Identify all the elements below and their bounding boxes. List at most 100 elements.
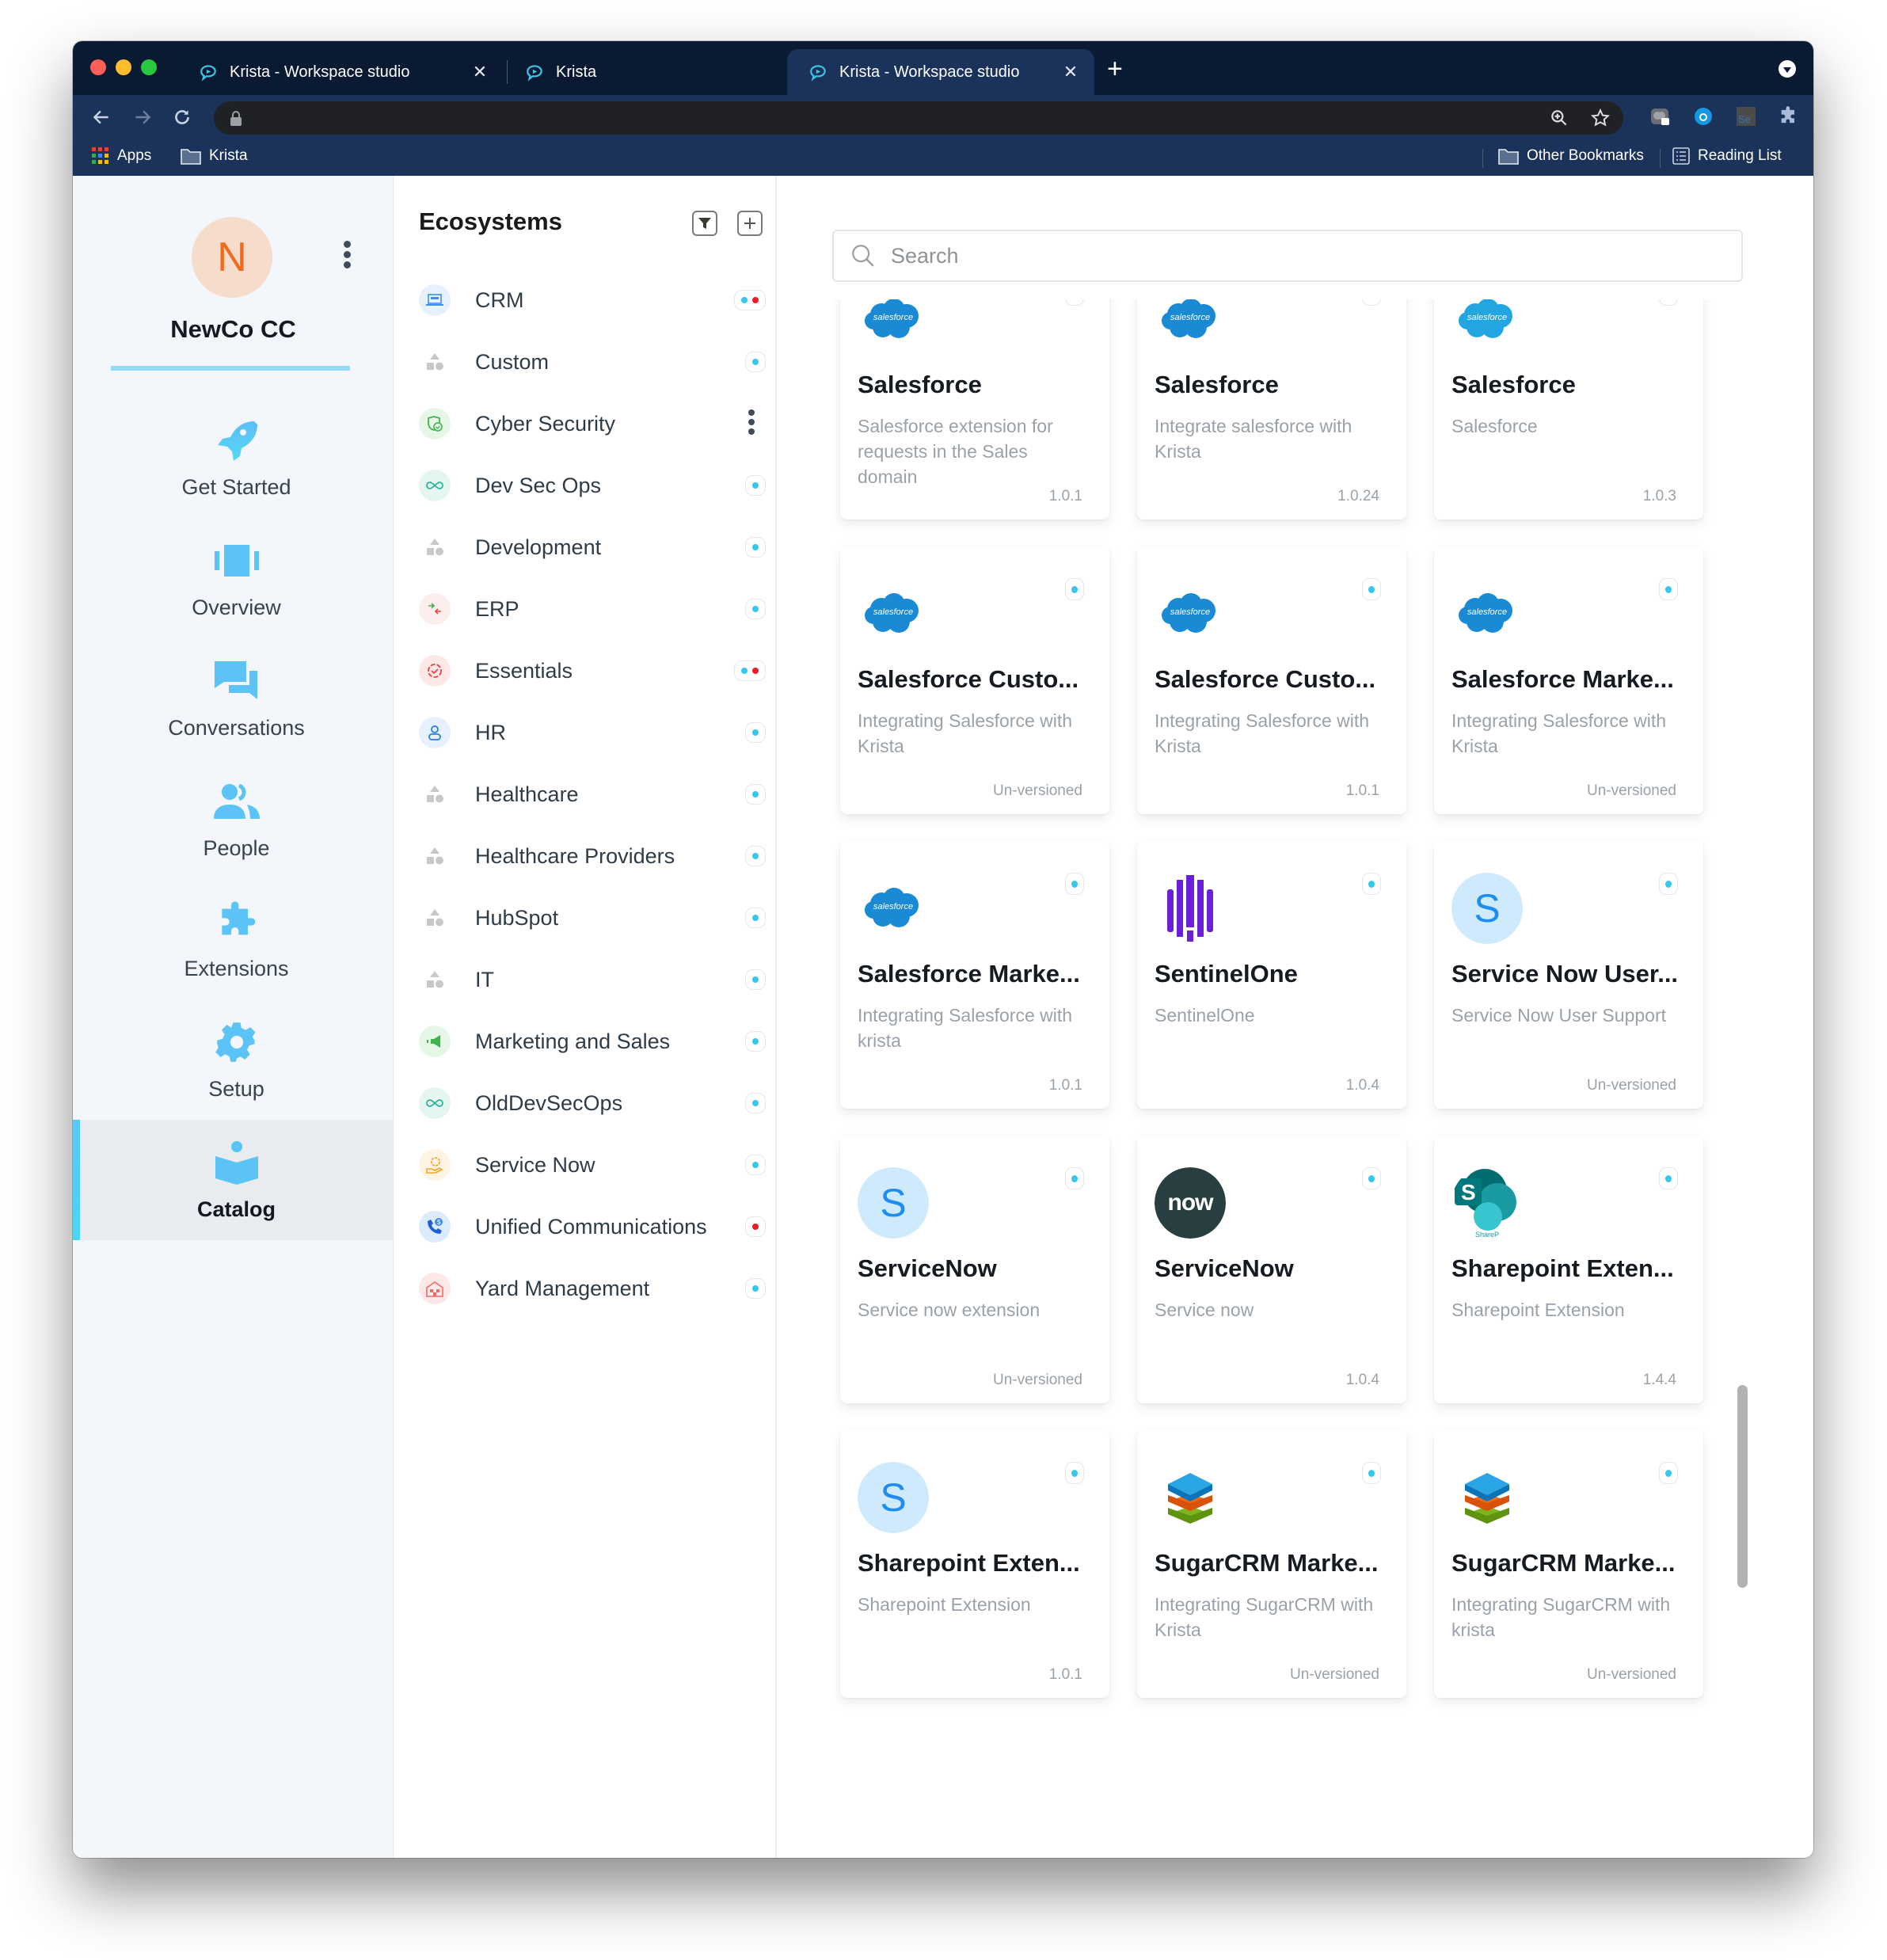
search-box[interactable]: [832, 230, 1743, 282]
ecosystem-label: Development: [475, 535, 602, 559]
tab-krista[interactable]: Krista ✕: [510, 49, 827, 95]
nav-item-get-started[interactable]: Get Started: [79, 398, 394, 518]
search-icon: [852, 245, 874, 267]
ecosystem-item[interactable]: OldDevSecOps: [394, 1072, 777, 1134]
extension-card[interactable]: S ServiceNow Service now extension Un-versi…: [840, 1136, 1109, 1403]
search-input[interactable]: [891, 243, 1741, 268]
extension-blue-logo-icon[interactable]: [1690, 103, 1717, 130]
forward-button[interactable]: [128, 103, 157, 131]
status-badge: [1659, 873, 1678, 895]
reload-button[interactable]: [168, 103, 196, 131]
extension-card[interactable]: salesforce Salesforce Custo... Integrating…: [840, 546, 1109, 814]
tab-workspace-studio-active[interactable]: Krista - Workspace studio ✕: [787, 49, 1094, 95]
shapes-icon: [419, 778, 451, 810]
ecosystem-item[interactable]: Dev Sec Ops: [394, 455, 777, 516]
extension-title: Service Now User...: [1451, 960, 1679, 988]
minimize-window-button[interactable]: [116, 59, 131, 75]
extension-card[interactable]: S Sharepoint Exten... Sharepoint Extension…: [840, 1430, 1109, 1698]
back-button[interactable]: [87, 103, 116, 131]
ecosystem-item[interactable]: HubSpot: [394, 887, 777, 949]
nav-item-extensions[interactable]: Extensions: [79, 879, 394, 999]
bookmark-other-bookmarks[interactable]: Other Bookmarks: [1498, 147, 1644, 165]
close-window-button[interactable]: [90, 59, 106, 75]
nav-item-people[interactable]: People: [79, 759, 394, 879]
bookmark-reading-list[interactable]: Reading List: [1672, 147, 1782, 165]
extension-card[interactable]: now ServiceNow Service now 1.0.4: [1137, 1136, 1406, 1403]
extension-logo: S: [858, 1462, 929, 1533]
svg-text:S: S: [1461, 1180, 1476, 1205]
ecosystem-item[interactable]: IT: [394, 949, 777, 1010]
extension-screencast-icon[interactable]: [1647, 103, 1674, 130]
ecosystem-item[interactable]: $ Unified Communications: [394, 1196, 777, 1258]
zoom-icon[interactable]: [1549, 108, 1569, 128]
extension-card[interactable]: SugarCRM Marke... Integrating SugarCRM wi…: [1434, 1430, 1703, 1698]
extension-version: 1.0.24: [1337, 488, 1379, 504]
extension-card[interactable]: S ShareP Sharepoint Exten... Sharepoint Ext…: [1434, 1136, 1703, 1403]
catalog-grid: salesforce Salesforce Salesforce extension…: [840, 299, 1703, 1698]
new-tab-button[interactable]: +: [1107, 55, 1123, 82]
maximize-window-button[interactable]: [141, 59, 157, 75]
nav-item-conversations[interactable]: Conversations: [79, 638, 394, 759]
ecosystem-item[interactable]: Marketing and Sales: [394, 1010, 777, 1072]
ecosystem-item[interactable]: Essentials: [394, 640, 777, 702]
krista-logo-icon: [527, 65, 542, 82]
org-avatar[interactable]: N: [192, 217, 272, 298]
left-navigation: N NewCo CC Get Started Overview Conversa…: [73, 176, 394, 1858]
extension-card[interactable]: salesforce Salesforce Salesforce extension…: [840, 299, 1109, 519]
ecosystem-item[interactable]: HR: [394, 702, 777, 763]
extensions-puzzle-icon[interactable]: [1775, 103, 1802, 130]
svg-text:ShareP: ShareP: [1475, 1231, 1499, 1239]
nav-item-catalog[interactable]: Catalog: [73, 1120, 394, 1240]
extension-card[interactable]: salesforce Salesforce Marke... Integrating…: [1434, 546, 1703, 814]
status-badge: [745, 352, 766, 372]
extension-card[interactable]: salesforce Salesforce Integrate salesforce…: [1137, 299, 1406, 519]
nav-item-overview[interactable]: Overview: [79, 518, 394, 638]
servicenow-logo-icon: now: [1155, 1167, 1226, 1239]
tab-close-icon[interactable]: ✕: [1061, 62, 1080, 82]
ecosystem-item[interactable]: Custom: [394, 331, 777, 393]
ecosystem-item[interactable]: Healthcare: [394, 763, 777, 825]
lock-icon: [230, 111, 242, 126]
star-icon[interactable]: [1590, 108, 1611, 128]
extension-description: Integrating Salesforce with Krista: [1155, 710, 1370, 756]
ecosystem-menu-icon[interactable]: [748, 409, 755, 438]
extension-card[interactable]: SentinelOne SentinelOne 1.0.4: [1137, 841, 1406, 1109]
extension-card[interactable]: salesforce Salesforce Salesforce 1.0.3: [1434, 299, 1703, 519]
scrollbar-thumb[interactable]: [1737, 1385, 1748, 1588]
extension-card[interactable]: SugarCRM Marke... Integrating SugarCRM wi…: [1137, 1430, 1406, 1698]
ecosystem-item[interactable]: CRM: [394, 269, 777, 331]
status-dot: [752, 1100, 759, 1106]
filter-button[interactable]: [692, 211, 717, 236]
ecosystem-item[interactable]: Yard Management: [394, 1258, 777, 1319]
tab-close-icon[interactable]: ✕: [470, 62, 489, 82]
address-bar[interactable]: [214, 101, 1623, 135]
bookmark-apps[interactable]: Apps: [92, 147, 151, 165]
nav-item-setup[interactable]: Setup: [79, 999, 394, 1120]
org-menu-icon[interactable]: [344, 241, 351, 272]
extension-version: Un-versioned: [1587, 1077, 1676, 1094]
puzzle-icon: [213, 898, 261, 946]
status-badge: [1659, 1462, 1678, 1484]
ecosystem-item[interactable]: Development: [394, 516, 777, 578]
bookmark-folder-krista[interactable]: Krista: [181, 147, 248, 165]
add-ecosystem-button[interactable]: [737, 211, 763, 236]
extension-logo: S: [1451, 873, 1523, 944]
tab-workspace-studio-1[interactable]: Krista - Workspace studio ✕: [184, 49, 500, 95]
extension-card[interactable]: salesforce Salesforce Custo... Integrating…: [1137, 546, 1406, 814]
megaphone-icon: [419, 1026, 451, 1057]
extension-card[interactable]: S Service Now User... Service Now User Sup…: [1434, 841, 1703, 1109]
ecosystem-item[interactable]: Healthcare Providers: [394, 825, 777, 887]
extension-title: SugarCRM Marke...: [1155, 1549, 1379, 1577]
status-dot: [1368, 880, 1375, 888]
extension-title: Salesforce Marke...: [1451, 665, 1674, 693]
ecosystem-item[interactable]: ERP: [394, 578, 777, 640]
ecosystem-item[interactable]: Service Now: [394, 1134, 777, 1196]
ecosystem-item[interactable]: Cyber Security: [394, 393, 777, 455]
hand-gear-icon: [419, 1149, 451, 1181]
status-dot: [1665, 1174, 1672, 1182]
status-badge: [1362, 1167, 1381, 1189]
extension-card[interactable]: salesforce Salesforce Marke... Integrating…: [840, 841, 1109, 1109]
extension-selenium-icon[interactable]: Se: [1733, 103, 1760, 130]
arrow-right-icon: [135, 110, 151, 124]
tab-search-icon[interactable]: [1779, 60, 1796, 78]
